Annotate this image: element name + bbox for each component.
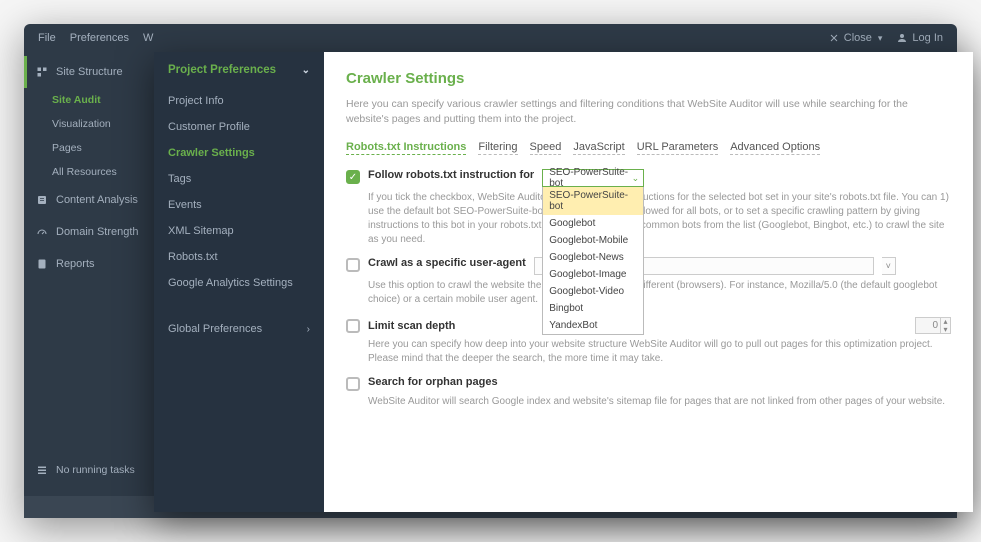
sidebar-no-tasks: No running tasks [24,456,154,484]
modal-intro: Here you can specify various crawler set… [346,97,951,127]
bot-option-seopowersuite[interactable]: SEO-PowerSuite-bot [543,187,643,215]
sidebar-content-analysis[interactable]: Content Analysis [24,184,154,216]
bot-select-wrap: SEO-PowerSuite-bot ⌄ SEO-PowerSuite-bot … [542,169,644,187]
menu-file[interactable]: File [38,32,56,44]
chevron-down-icon: ⌄ [632,173,640,184]
content-icon [36,194,48,206]
project-preferences-label: Project Preferences [168,64,276,76]
preferences-modal: Project Preferences ⌄ Project Info Custo… [154,52,973,512]
bot-select[interactable]: SEO-PowerSuite-bot ⌄ [542,169,644,187]
left-sidebar: Site Structure Site Audit Visualization … [24,52,154,496]
chevron-down-icon: ⌄ [302,65,310,76]
bot-option-googlebot-video[interactable]: Googlebot-Video [543,283,643,300]
orphan-checkbox[interactable] [346,377,360,391]
modal-item-crawler-settings[interactable]: Crawler Settings [154,140,324,166]
bot-option-googlebot[interactable]: Googlebot [543,215,643,232]
close-button[interactable]: Close ▾ [828,32,883,44]
tab-url-parameters[interactable]: URL Parameters [637,141,719,155]
bot-dropdown: SEO-PowerSuite-bot Googlebot Googlebot-M… [542,187,644,335]
limit-depth-checkbox[interactable] [346,319,360,333]
modal-item-xml-sitemap[interactable]: XML Sitemap [154,218,324,244]
follow-robots-desc: If you tick the checkbox, WebSite Audito… [368,191,951,247]
settings-tabs: Robots.txt Instructions Filtering Speed … [346,141,951,155]
user-icon [896,32,908,44]
sidebar-domain-strength[interactable]: Domain Strength [24,216,154,248]
menu-preferences[interactable]: Preferences [70,32,129,44]
tasks-icon [36,464,48,476]
bot-option-googlebot-news[interactable]: Googlebot-News [543,249,643,266]
tab-advanced-options[interactable]: Advanced Options [730,141,820,155]
sidebar-site-structure-label: Site Structure [56,66,123,78]
global-preferences-label: Global Preferences [168,323,262,335]
sidebar-domain-strength-label: Domain Strength [56,226,139,238]
tab-speed[interactable]: Speed [530,141,562,155]
useragent-dropdown-trigger[interactable]: ˅ [882,257,896,275]
login-label: Log In [912,32,943,44]
sidebar-all-resources[interactable]: All Resources [24,160,154,184]
sidebar-content-analysis-label: Content Analysis [56,194,138,206]
sidebar-reports-label: Reports [56,258,95,270]
modal-sidebar: Project Preferences ⌄ Project Info Custo… [154,52,324,512]
tab-filtering[interactable]: Filtering [478,141,517,155]
reports-icon [36,258,48,270]
bot-option-googlebot-image[interactable]: Googlebot-Image [543,266,643,283]
tab-javascript[interactable]: JavaScript [573,141,624,155]
menu-window[interactable]: W [143,32,153,44]
project-preferences-header[interactable]: Project Preferences ⌄ [154,52,324,88]
global-preferences[interactable]: Global Preferences › [154,314,324,344]
bot-option-googlebot-mobile[interactable]: Googlebot-Mobile [543,232,643,249]
modal-item-tags[interactable]: Tags [154,166,324,192]
modal-item-robots-txt[interactable]: Robots.txt [154,244,324,270]
sidebar-site-structure[interactable]: Site Structure [24,56,154,88]
bot-option-yandexbot[interactable]: YandexBot [543,317,643,334]
follow-robots-row: Follow robots.txt instruction for SEO-Po… [346,169,951,187]
follow-robots-label: Follow robots.txt instruction for [368,169,534,181]
bot-option-bingbot[interactable]: Bingbot [543,300,643,317]
limit-depth-desc: Here you can specify how deep into your … [368,338,951,366]
orphan-desc: WebSite Auditor will search Google index… [368,395,951,409]
crawl-useragent-row: Crawl as a specific user-agent ˅ [346,257,951,275]
modal-item-google-analytics[interactable]: Google Analytics Settings [154,270,324,296]
sidebar-reports[interactable]: Reports [24,248,154,280]
crawl-useragent-checkbox[interactable] [346,258,360,272]
modal-item-customer-profile[interactable]: Customer Profile [154,114,324,140]
close-icon [828,32,840,44]
orphan-label: Search for orphan pages [368,376,498,388]
structure-icon [36,66,48,78]
chevron-right-icon: › [307,324,310,335]
tab-robots-instructions[interactable]: Robots.txt Instructions [346,141,466,155]
modal-title: Crawler Settings [346,70,951,87]
limit-depth-row: Limit scan depth ▴▾ [346,317,951,334]
modal-content: Crawler Settings Here you can specify va… [324,52,973,512]
modal-item-project-info[interactable]: Project Info [154,88,324,114]
limit-depth-input[interactable] [916,320,940,331]
limit-depth-label: Limit scan depth [368,320,455,332]
main-area: Site Structure Site Audit Visualization … [24,52,957,496]
modal-item-events[interactable]: Events [154,192,324,218]
orphan-row: Search for orphan pages [346,376,951,391]
close-label: Close [844,32,872,44]
bot-select-value: SEO-PowerSuite-bot [549,167,631,189]
sidebar-no-tasks-label: No running tasks [56,464,135,476]
limit-depth-spinner[interactable]: ▴▾ [940,318,950,334]
crawl-useragent-desc: Use this option to crawl the website the… [368,279,951,307]
crawl-useragent-label: Crawl as a specific user-agent [368,257,526,269]
sidebar-pages[interactable]: Pages [24,136,154,160]
follow-robots-checkbox[interactable] [346,170,360,184]
sidebar-site-audit[interactable]: Site Audit [24,88,154,112]
app-window: File Preferences W Close ▾ Log In Site S… [24,24,957,518]
limit-depth-input-wrap: ▴▾ [915,317,951,334]
gauge-icon [36,226,48,238]
sidebar-visualization[interactable]: Visualization [24,112,154,136]
menubar: File Preferences W Close ▾ Log In [24,24,957,52]
login-button[interactable]: Log In [896,32,943,44]
